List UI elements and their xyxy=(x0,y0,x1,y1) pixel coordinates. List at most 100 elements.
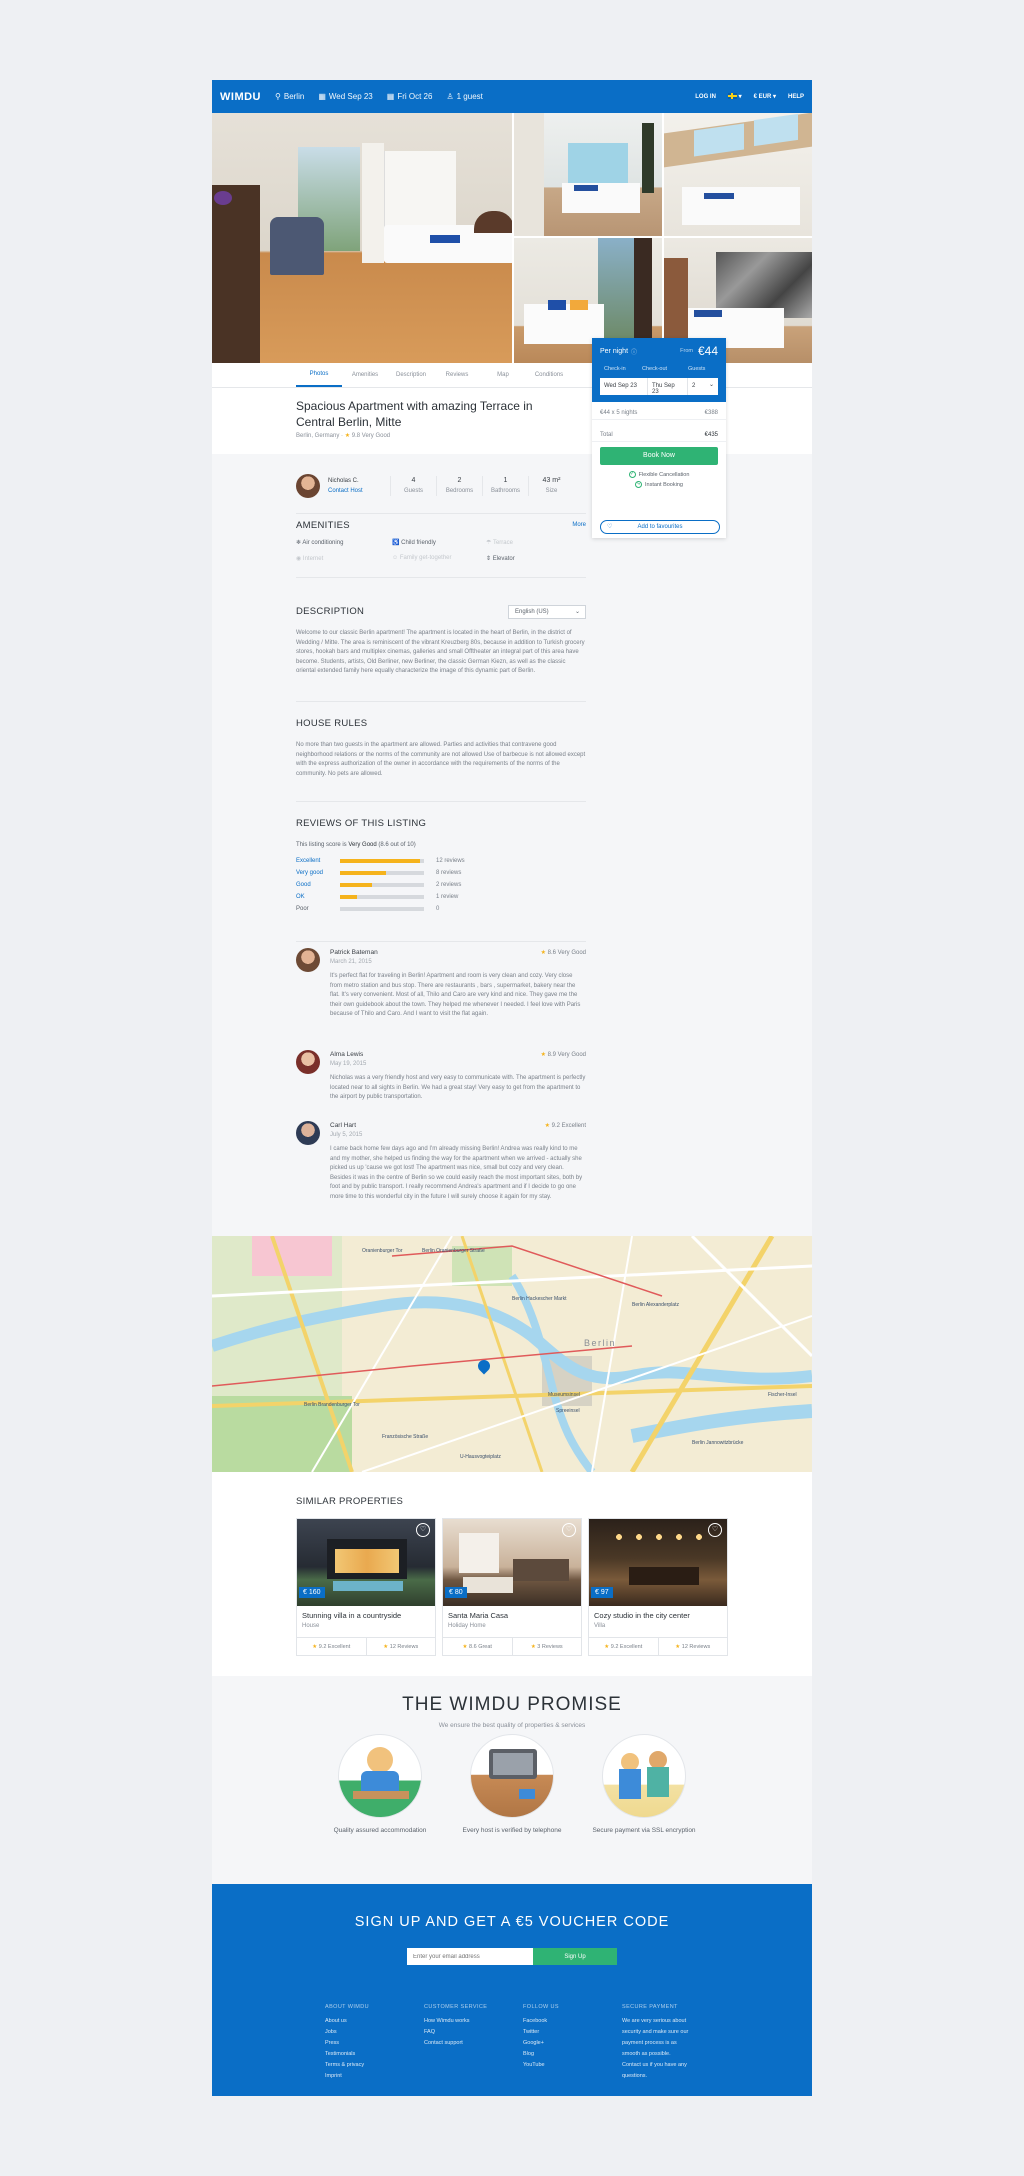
stat-label: Guests xyxy=(403,487,423,494)
email-input[interactable] xyxy=(407,1948,533,1965)
property-reviews: ★ 12 Reviews xyxy=(365,1638,436,1656)
wimdu-promise-section: THE WIMDU PROMISE We ensure the best qua… xyxy=(212,1676,812,1884)
property-title[interactable]: Cozy studio in the city center xyxy=(594,1611,690,1620)
property-rating: ★ 8.6 Great xyxy=(443,1638,512,1656)
rating-bar-label[interactable]: OK xyxy=(296,894,340,900)
checkout-selector[interactable]: ▦ Fri Oct 26 xyxy=(387,92,433,101)
lightning-circle-icon: ϟ xyxy=(635,481,643,488)
guests-selector[interactable]: ♙ 1 guest xyxy=(446,92,482,101)
tab-photos[interactable]: Photos xyxy=(296,363,342,387)
gallery-photo-3[interactable] xyxy=(664,113,812,236)
footer-link[interactable]: Imprint xyxy=(325,2071,415,2082)
footer-link[interactable]: Blog xyxy=(523,2049,613,2060)
footer-link[interactable]: YouTube xyxy=(523,2060,613,2071)
main-photo[interactable] xyxy=(212,113,512,363)
currency-selector[interactable]: € EUR ▾ xyxy=(754,93,776,100)
wimdu-logo[interactable]: WIMDU xyxy=(220,91,261,103)
footer-link[interactable]: FAQ xyxy=(424,2027,514,2038)
rating-bar-row: Good 2 reviews xyxy=(296,879,586,891)
reviewer-avatar xyxy=(296,948,320,972)
host-avatar[interactable] xyxy=(296,473,320,498)
amenity-family: ☺ Family get-together xyxy=(392,555,452,561)
footer-contact-link[interactable]: Contact us if you have any xyxy=(622,2060,702,2071)
favourite-heart-icon[interactable]: ♡ xyxy=(708,1523,722,1537)
signup-button[interactable]: Sign Up xyxy=(533,1948,617,1965)
rating-bar-label[interactable]: Good xyxy=(296,882,340,888)
footer-text: security and make sure our xyxy=(622,2029,689,2035)
amenities-heading: AMENITIES xyxy=(296,520,350,531)
property-card[interactable]: ♡ € 160 Stunning villa in a countryside … xyxy=(296,1518,436,1656)
amenities-more-link[interactable]: More xyxy=(572,522,586,528)
amenity-label: Internet xyxy=(302,556,324,562)
gallery-photo-2[interactable] xyxy=(514,113,662,236)
rating-bar-label[interactable]: Poor xyxy=(296,906,340,912)
footer-link[interactable]: How Wimdu works xyxy=(424,2016,514,2027)
wifi-icon: ◉ xyxy=(296,556,302,562)
footer-link[interactable]: Terms & privacy xyxy=(325,2060,415,2071)
checkout-field[interactable]: Thu Sep 23 xyxy=(648,378,688,395)
footer-link[interactable]: Press xyxy=(325,2038,415,2049)
tab-description[interactable]: Description xyxy=(388,363,434,387)
chevron-down-icon: ⌄ xyxy=(708,382,714,388)
rating-bar-label[interactable]: Very good xyxy=(296,870,340,876)
amenity-child-friendly: ♿ Child friendly xyxy=(392,539,436,546)
login-link[interactable]: LOG IN xyxy=(695,94,716,100)
tab-map[interactable]: Map xyxy=(480,363,526,387)
language-dropdown[interactable]: English (US) ⌄ xyxy=(508,605,586,619)
photo-gallery xyxy=(212,113,812,363)
reviewer-avatar xyxy=(296,1050,320,1074)
property-rating: ★ 9.2 Excellent xyxy=(589,1638,658,1656)
description-text: Welcome to our classic Berlin apartment!… xyxy=(296,630,585,674)
stat-value: 2 xyxy=(457,476,462,484)
rating-bar-row: Very good 8 reviews xyxy=(296,867,586,879)
favourite-heart-icon[interactable]: ♡ xyxy=(416,1523,430,1537)
property-rating-value: 8.6 Great xyxy=(469,1644,492,1650)
per-night-label: Per night xyxy=(600,347,629,355)
person-icon: ♙ xyxy=(446,92,454,101)
rating-bar-label[interactable]: Excellent xyxy=(296,858,340,864)
location-map[interactable]: Oranienburger Tor Berlin Oranienburger S… xyxy=(212,1236,812,1472)
guests-select[interactable]: 2 ⌄ xyxy=(688,378,718,395)
city-selector[interactable]: ⚲ Berlin xyxy=(275,92,304,101)
footer-link[interactable]: Twitter xyxy=(523,2027,613,2038)
add-to-favourites-button[interactable]: ♡ Add to favourites xyxy=(600,520,720,534)
property-card[interactable]: ♡ € 80 Santa Maria Casa Holiday Home ★ 8… xyxy=(442,1518,582,1656)
footer-link[interactable]: Contact support xyxy=(424,2038,514,2049)
property-reviews-value: 3 Reviews xyxy=(537,1644,563,1650)
tab-reviews[interactable]: Reviews xyxy=(434,363,480,387)
footer-link[interactable]: Testimonials xyxy=(325,2049,415,2060)
review-date: May 19, 2015 xyxy=(330,1061,367,1067)
checkin-selector[interactable]: ▦ Wed Sep 23 xyxy=(318,92,372,101)
guests-label: 1 guest xyxy=(456,92,483,101)
review-text: I came back home few days ago and I'm al… xyxy=(330,1146,583,1200)
rating-bar-fill xyxy=(340,882,372,887)
tab-amenities[interactable]: Amenities xyxy=(342,363,388,387)
contact-host-link[interactable]: Contact Host xyxy=(328,488,363,494)
house-rules-heading: HOUSE RULES xyxy=(296,718,368,729)
footer-heading: FOLLOW US xyxy=(523,2004,559,2010)
property-rating-value: 9.2 Excellent xyxy=(318,1644,351,1650)
total-line: Total €435 xyxy=(592,428,726,442)
map-label: Berlin Hackescher Markt xyxy=(512,1296,567,1302)
checkin-field[interactable]: Wed Sep 23 xyxy=(600,378,648,395)
favourite-heart-icon[interactable]: ♡ xyxy=(562,1523,576,1537)
location-pin-icon: ⚲ xyxy=(275,92,281,101)
property-title[interactable]: Santa Maria Casa xyxy=(448,1611,508,1620)
score-word: Very Good xyxy=(348,842,377,848)
language-selector[interactable]: ▾ xyxy=(727,93,742,100)
footer-link[interactable]: Google+ xyxy=(523,2038,613,2049)
review-score-value: 8.6 Very Good xyxy=(547,950,586,956)
listing-title: Spacious Apartment with amazing Terrace … xyxy=(296,399,533,429)
rating-bar-count: 1 review xyxy=(436,893,459,900)
signup-form: Sign Up xyxy=(407,1948,617,1965)
help-link[interactable]: HELP xyxy=(788,94,804,100)
property-title[interactable]: Stunning villa in a countryside xyxy=(302,1611,401,1620)
footer-link[interactable]: Jobs xyxy=(325,2027,415,2038)
book-now-button[interactable]: Book Now xyxy=(600,447,718,465)
footer-link[interactable]: About us xyxy=(325,2016,415,2027)
footer-link[interactable]: Facebook xyxy=(523,2016,613,2027)
property-card[interactable]: ♡ € 97 Cozy studio in the city center Vi… xyxy=(588,1518,728,1656)
tab-conditions[interactable]: Conditions xyxy=(526,363,572,387)
info-icon[interactable]: ⓘ xyxy=(631,347,637,356)
currency-label: € EUR xyxy=(753,94,772,100)
